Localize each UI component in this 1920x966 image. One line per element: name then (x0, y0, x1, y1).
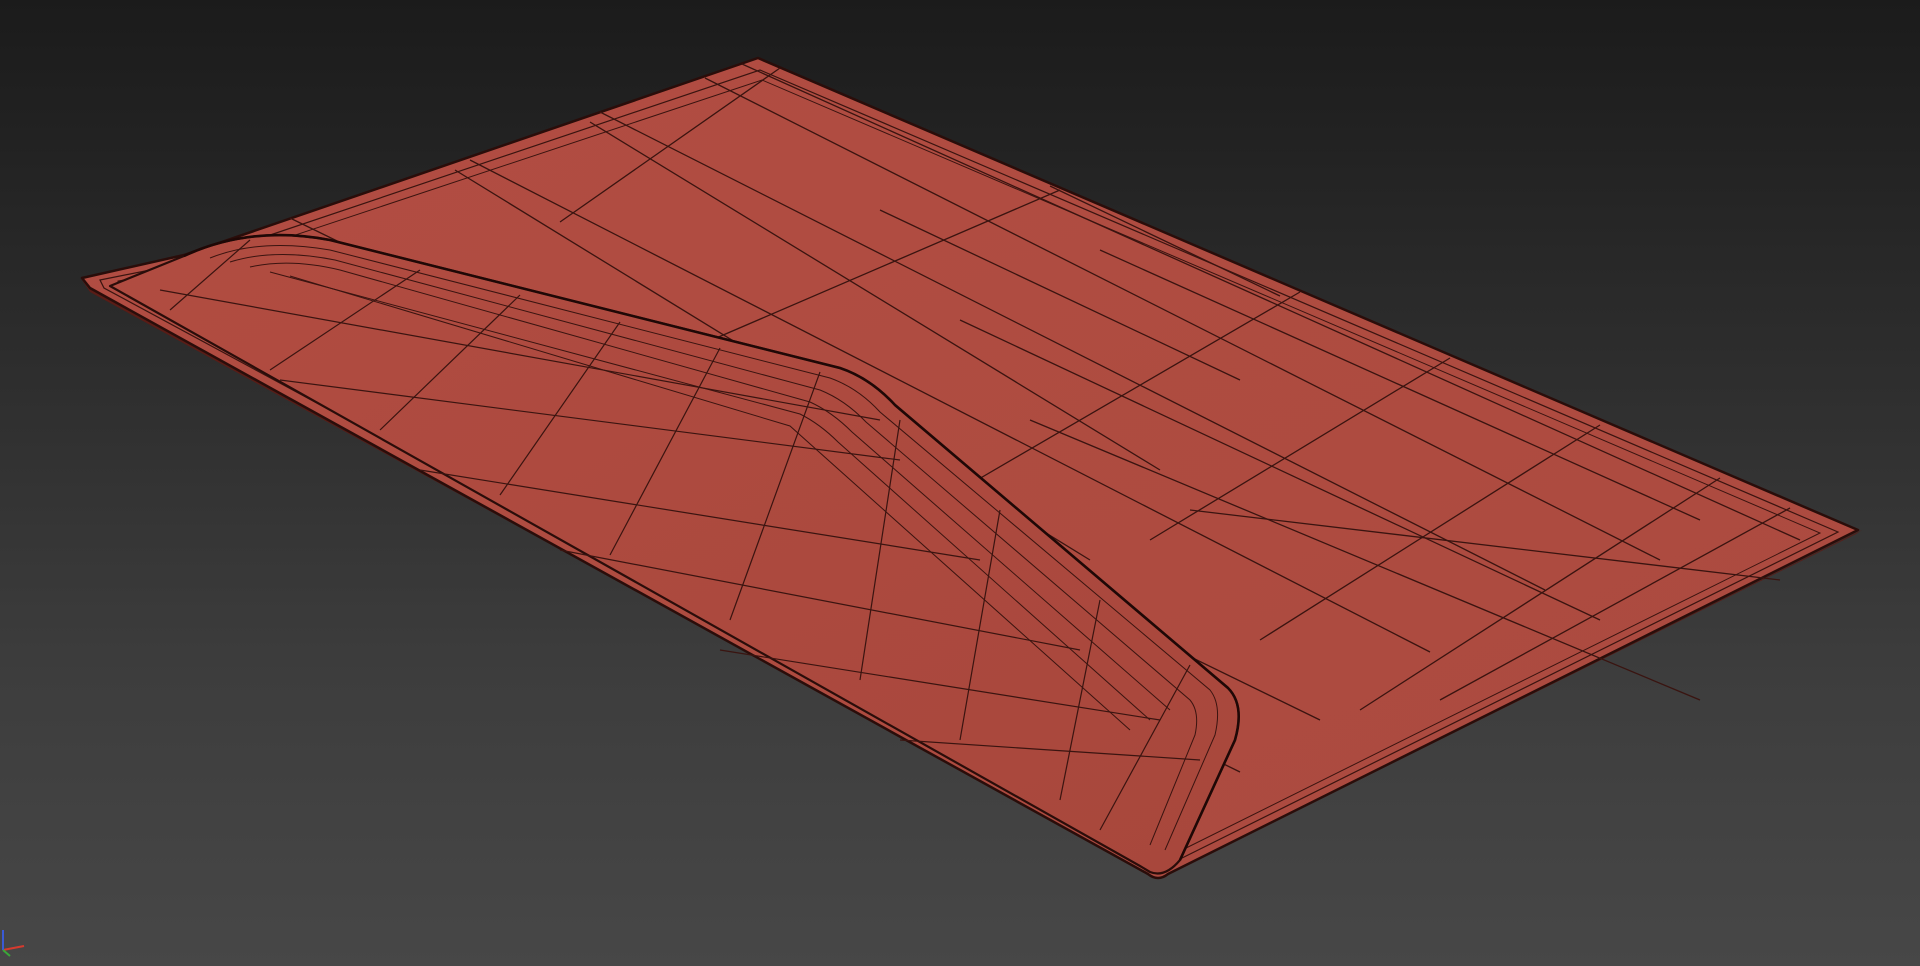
xyz-axis-tripod-icon (2, 930, 25, 957)
viewport-scene[interactable] (0, 0, 1920, 966)
3d-viewport[interactable] (0, 0, 1920, 966)
